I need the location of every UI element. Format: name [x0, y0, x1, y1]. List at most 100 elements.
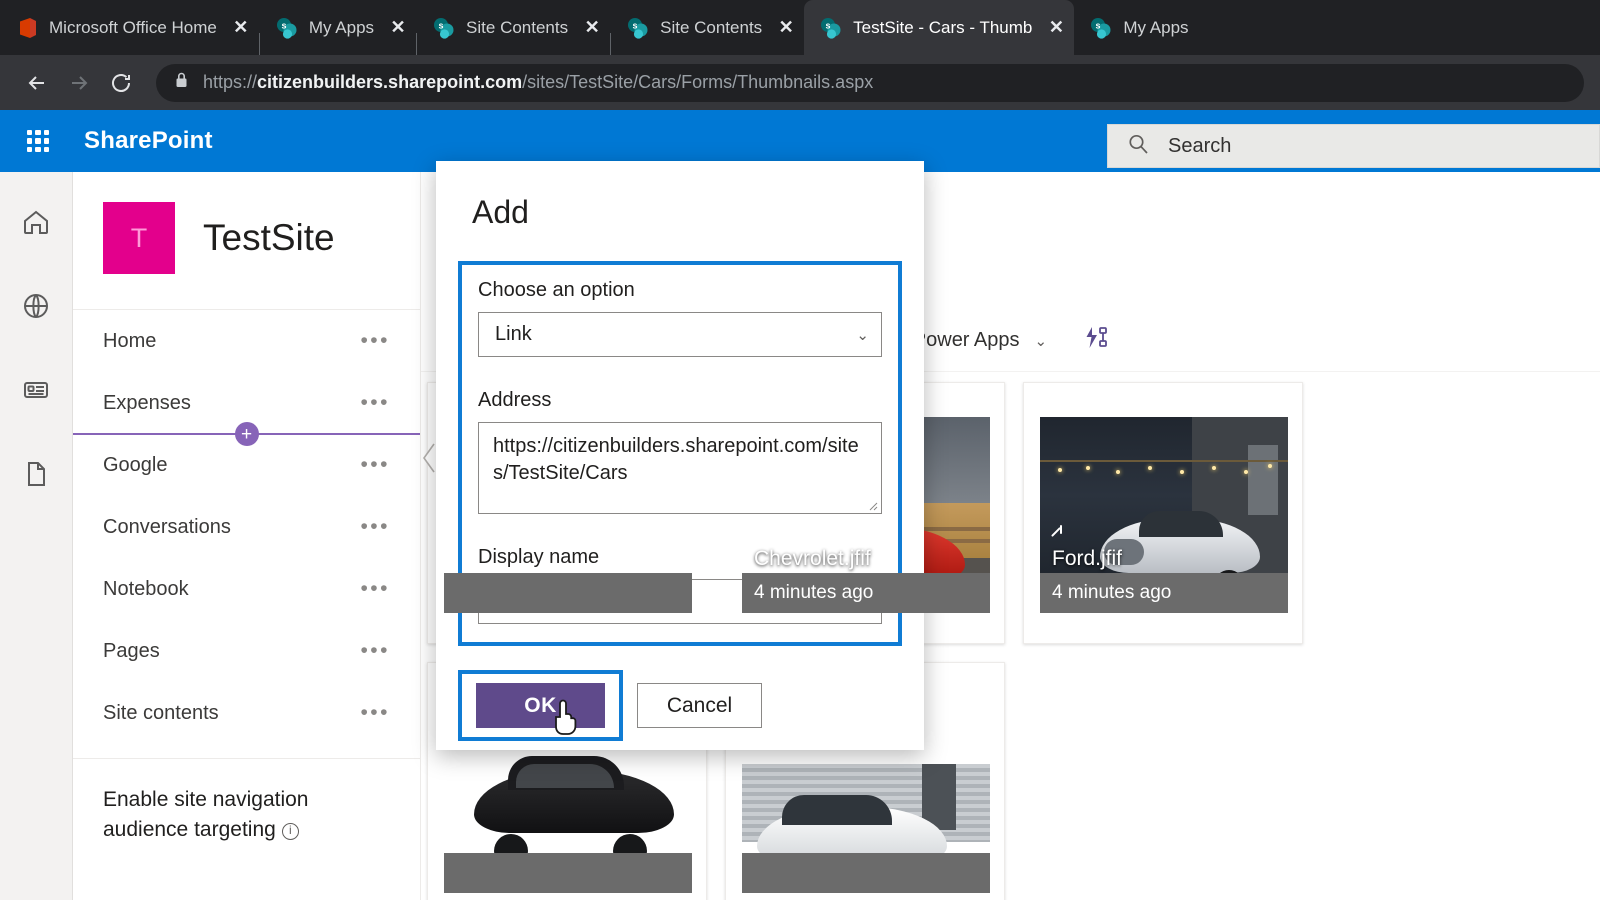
audience-targeting-row[interactable]: Enable site navigation audience targetin…: [73, 758, 420, 846]
ellipsis-icon[interactable]: •••: [360, 453, 390, 477]
command-label: Power Apps: [912, 329, 1020, 351]
url-host: citizenbuilders.sharepoint.com: [257, 72, 523, 92]
file-thumbnail: Ford.jfif 4 minutes ago: [1040, 417, 1288, 613]
globe-icon[interactable]: [14, 284, 58, 328]
office-icon: [16, 17, 38, 39]
url-path: /sites/TestSite/Cars/Forms/Thumbnails.as…: [522, 72, 874, 92]
ellipsis-icon[interactable]: •••: [360, 391, 390, 415]
forward-icon[interactable]: [58, 62, 100, 104]
search-icon: [1126, 132, 1150, 161]
address-bar[interactable]: https://citizenbuilders.sharepoint.com/s…: [156, 63, 1584, 102]
address-input[interactable]: https://citizenbuilders.sharepoint.com/s…: [478, 422, 882, 514]
sidebar-item-label: Site contents: [103, 701, 219, 724]
selection-check-icon[interactable]: [1050, 525, 1066, 541]
browser-tab[interactable]: s Site Contents ✕: [611, 0, 804, 55]
svg-text:s: s: [633, 20, 638, 30]
browser-tab[interactable]: s Site Contents ✕: [417, 0, 610, 55]
sharepoint-icon: s: [627, 17, 649, 39]
sidebar-item-notebook[interactable]: Notebook •••: [73, 558, 420, 620]
address-label: Address: [478, 389, 552, 411]
browser-tab-title: My Apps: [1123, 17, 1189, 37]
ok-button-highlight: OK: [458, 670, 623, 741]
chevron-down-icon[interactable]: ⌄: [1035, 332, 1048, 350]
choose-option-label: Choose an option: [478, 279, 635, 301]
ellipsis-icon[interactable]: •••: [360, 577, 390, 601]
cancel-button[interactable]: Cancel: [637, 683, 762, 728]
command-power-automate[interactable]: [1065, 315, 1129, 367]
file-card[interactable]: Ford.jfif 4 minutes ago: [1023, 382, 1303, 644]
svg-text:s: s: [281, 20, 286, 30]
browser-toolbar: https://citizenbuilders.sharepoint.com/s…: [0, 55, 1600, 110]
ellipsis-icon[interactable]: •••: [360, 639, 390, 663]
close-icon[interactable]: ✕: [1048, 17, 1064, 38]
ellipsis-icon[interactable]: •••: [360, 329, 390, 353]
app-launcher-icon[interactable]: [14, 117, 62, 165]
chevron-down-icon[interactable]: ⌄: [856, 326, 869, 344]
browser-tab[interactable]: Microsoft Office Home ✕: [0, 0, 259, 55]
sidebar-item-site-contents[interactable]: Site contents •••: [73, 682, 420, 744]
site-logo: T: [103, 202, 175, 274]
close-icon[interactable]: ✕: [584, 17, 600, 38]
sidebar-item-label: Home: [103, 329, 157, 352]
site-title: TestSite: [203, 217, 335, 258]
sidebar-item-label: Pages: [103, 639, 160, 662]
search-input[interactable]: Search: [1107, 124, 1600, 168]
resize-handle-icon[interactable]: [866, 499, 878, 511]
sidebar-item-label: Conversations: [103, 515, 231, 538]
file-modified: 4 minutes ago: [1040, 573, 1288, 613]
file-name: Chevrolet.jfif: [754, 547, 871, 570]
info-icon[interactable]: i: [281, 822, 299, 840]
browser-tab[interactable]: s My Apps: [1074, 0, 1198, 55]
selection-check-icon[interactable]: [752, 525, 768, 541]
close-icon[interactable]: ✕: [233, 17, 249, 38]
ellipsis-icon[interactable]: •••: [360, 701, 390, 725]
document-icon[interactable]: [14, 452, 58, 496]
address-bar-url: https://citizenbuilders.sharepoint.com/s…: [203, 72, 873, 93]
address-value: https://citizenbuilders.sharepoint.com/s…: [493, 435, 859, 484]
add-link-dialog: Add Choose an option Link ⌄ Address http…: [436, 161, 924, 750]
ellipsis-icon[interactable]: •••: [360, 515, 390, 539]
sidebar-item-google[interactable]: Google •••: [73, 434, 420, 496]
audience-targeting-label: Enable site navigation audience targetin…: [103, 785, 390, 846]
site-nav-list: Home ••• Expenses ••• + Google ••• Conve…: [73, 309, 420, 744]
svg-text:s: s: [439, 20, 444, 30]
home-icon[interactable]: [14, 200, 58, 244]
file-name: Ford.jfif: [1052, 547, 1123, 570]
sidebar-item-conversations[interactable]: Conversations •••: [73, 496, 420, 558]
browser-tab-title: Site Contents: [660, 17, 763, 37]
browser-tab-strip: Microsoft Office Home ✕ s My Apps ✕ s Si…: [0, 0, 1600, 55]
dialog-title: Add: [472, 194, 529, 230]
url-scheme: https://: [203, 72, 258, 92]
sharepoint-icon: s: [276, 17, 298, 39]
browser-tab-title: TestSite - Cars - Thumb: [853, 17, 1033, 37]
news-icon[interactable]: [14, 368, 58, 412]
lock-icon: [174, 71, 189, 94]
back-icon[interactable]: [16, 62, 58, 104]
file-modified: [444, 853, 692, 893]
sharepoint-icon: s: [433, 17, 455, 39]
svg-text:s: s: [1096, 20, 1101, 30]
reload-icon[interactable]: [100, 62, 142, 104]
browser-tab-title: Microsoft Office Home: [49, 17, 217, 37]
svg-text:s: s: [826, 20, 831, 30]
ok-button[interactable]: OK: [476, 683, 605, 728]
close-icon[interactable]: ✕: [390, 17, 406, 38]
sidebar-item-pages[interactable]: Pages •••: [73, 620, 420, 682]
search-placeholder: Search: [1168, 134, 1232, 157]
sidebar-item-label: Notebook: [103, 577, 189, 600]
file-modified: [444, 573, 692, 613]
browser-tab[interactable]: s My Apps ✕: [260, 0, 416, 55]
browser-tab-title: My Apps: [308, 17, 375, 37]
browser-tab-title: Site Contents: [466, 17, 569, 37]
sharepoint-brand[interactable]: SharePoint: [84, 127, 213, 155]
power-automate-icon: [1083, 324, 1111, 358]
file-modified: [742, 853, 990, 893]
app-rail: [0, 172, 73, 900]
dialog-actions: OK Cancel: [458, 670, 902, 741]
sidebar-item-home[interactable]: Home •••: [73, 310, 420, 372]
sharepoint-icon: s: [1090, 17, 1112, 39]
site-navigation-panel: T TestSite Home ••• Expenses ••• + Googl…: [73, 172, 421, 900]
choose-option-select[interactable]: Link ⌄: [478, 312, 882, 357]
close-icon[interactable]: ✕: [778, 17, 794, 38]
browser-tab-active[interactable]: s TestSite - Cars - Thumb ✕: [804, 0, 1075, 55]
